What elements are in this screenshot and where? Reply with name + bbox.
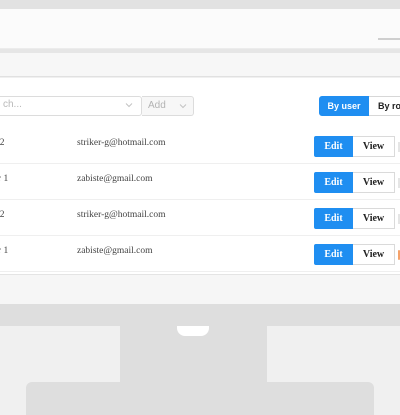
header-decoration <box>378 38 400 40</box>
user-role: er 2 <box>0 138 5 148</box>
user-role: ser 1 <box>0 246 9 256</box>
monitor-stand-base <box>26 382 374 415</box>
app-header <box>0 9 400 49</box>
view-button[interactable]: View <box>353 136 395 157</box>
table-row: er 2 striker-g@hotmail.com Edit View <box>0 200 400 236</box>
view-button[interactable]: View <box>353 244 395 265</box>
user-email: zabiste@gmail.com <box>77 174 153 184</box>
by-role-toggle[interactable]: By ro <box>369 96 400 116</box>
chevron-down-icon <box>179 104 187 109</box>
chevron-down-icon <box>125 103 133 108</box>
edit-button[interactable]: Edit <box>314 208 353 229</box>
view-button[interactable]: View <box>353 208 395 229</box>
table-row: ser 1 zabiste@gmail.com Edit View <box>0 236 400 272</box>
panel-footer <box>0 274 400 304</box>
search-placeholder: ch... <box>3 99 22 110</box>
user-role: er 2 <box>0 210 5 220</box>
edit-button[interactable]: Edit <box>314 244 353 265</box>
add-select[interactable]: Add <box>142 96 194 116</box>
user-email: zabiste@gmail.com <box>77 246 153 256</box>
add-label: Add <box>148 100 166 111</box>
edit-button[interactable]: Edit <box>314 136 353 157</box>
table-row: ser 1 zabiste@gmail.com Edit View <box>0 164 400 200</box>
monitor-bezel <box>0 304 400 326</box>
monitor-top-bezel <box>0 0 400 9</box>
user-email: striker-g@hotmail.com <box>77 138 166 148</box>
monitor-logo-notch <box>177 326 209 336</box>
search-input[interactable]: ch... <box>0 96 142 116</box>
table-row: er 2 striker-g@hotmail.com Edit View <box>0 128 400 164</box>
by-user-toggle[interactable]: By user <box>319 96 369 116</box>
edit-button[interactable]: Edit <box>314 172 353 193</box>
user-email: striker-g@hotmail.com <box>77 210 166 220</box>
view-button[interactable]: View <box>353 172 395 193</box>
user-role: ser 1 <box>0 174 9 184</box>
subheader-bar <box>0 53 400 77</box>
